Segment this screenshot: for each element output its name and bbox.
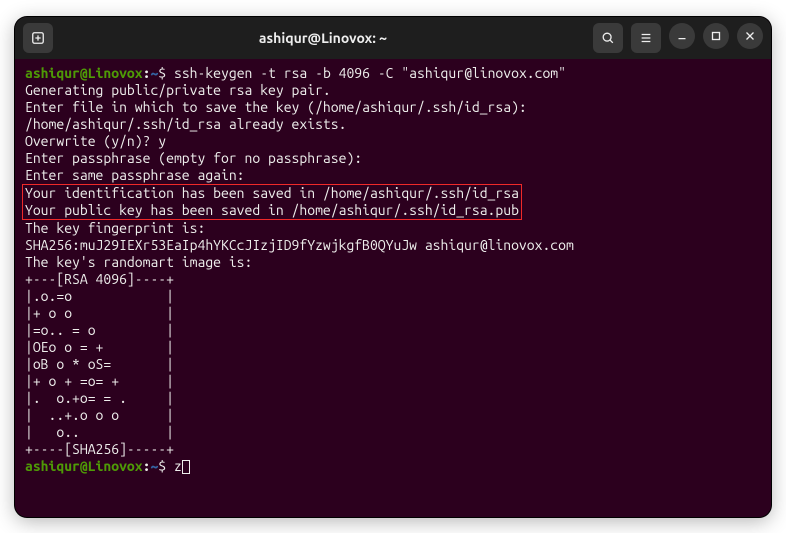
randomart-line: |OEo o = + |	[25, 339, 174, 355]
menu-button[interactable]	[631, 23, 661, 53]
randomart-line: |. o.+o= = . |	[25, 390, 174, 406]
terminal-content[interactable]: ashiqur@Linovox:~$ ssh-keygen -t rsa -b …	[15, 59, 771, 517]
output-line: The key's randomart image is:	[25, 254, 252, 270]
maximize-icon	[709, 29, 723, 43]
output-line: Enter file in which to save the key (/ho…	[25, 99, 527, 115]
randomart-line: |+ o o |	[25, 305, 174, 321]
terminal-window: ashiqur@Linovox: ~ ashiqur@Linovox:~$ ss…	[15, 17, 771, 517]
output-line: The key fingerprint is:	[25, 220, 205, 236]
prompt-user: ashiqur@Linovox	[25, 458, 143, 474]
command-text: ssh-keygen -t rsa -b 4096 -C "ashiqur@li…	[174, 65, 566, 81]
randomart-line: |+ o + =o= + |	[25, 373, 174, 389]
output-line: Generating public/private rsa key pair.	[25, 82, 331, 98]
prompt-user: ashiqur@Linovox	[25, 65, 143, 81]
randomart-line: |oB o * oS= |	[25, 356, 174, 372]
maximize-button[interactable]	[703, 23, 729, 49]
prompt-symbol: $	[158, 65, 174, 81]
randomart-line: |.o.=o |	[25, 288, 174, 304]
minimize-icon	[675, 29, 689, 43]
close-button[interactable]	[737, 23, 763, 49]
output-line: Your public key has been saved in /home/…	[25, 202, 519, 218]
highlighted-output: Your identification has been saved in /h…	[22, 184, 522, 220]
window-title: ashiqur@Linovox: ~	[61, 30, 585, 46]
command-text: z	[174, 458, 182, 474]
cursor	[182, 460, 190, 474]
close-icon	[743, 29, 757, 43]
randomart-line: +---[RSA 4096]----+	[25, 271, 174, 287]
titlebar: ashiqur@Linovox: ~	[15, 17, 771, 59]
output-line: SHA256:muJ29IEXr53EaIp4hYKCcJIzjID9fYzwj…	[25, 237, 574, 253]
search-button[interactable]	[593, 23, 623, 53]
new-tab-button[interactable]	[23, 23, 53, 53]
output-line: Your identification has been saved in /h…	[25, 185, 519, 201]
randomart-line: | o.. |	[25, 424, 174, 440]
randomart-line: | ..+.o o o |	[25, 407, 174, 423]
output-line: Overwrite (y/n)? y	[25, 133, 166, 149]
prompt-symbol: $	[158, 458, 174, 474]
new-tab-icon	[31, 31, 45, 45]
randomart-line: +----[SHA256]-----+	[25, 441, 174, 457]
output-line: Enter same passphrase again:	[25, 167, 245, 183]
output-line: Enter passphrase (empty for no passphras…	[25, 150, 362, 166]
search-icon	[601, 31, 615, 45]
minimize-button[interactable]	[669, 23, 695, 49]
hamburger-icon	[639, 31, 653, 45]
output-line: /home/ashiqur/.ssh/id_rsa already exists…	[25, 116, 346, 132]
randomart-line: |=o.. = o |	[25, 322, 174, 338]
